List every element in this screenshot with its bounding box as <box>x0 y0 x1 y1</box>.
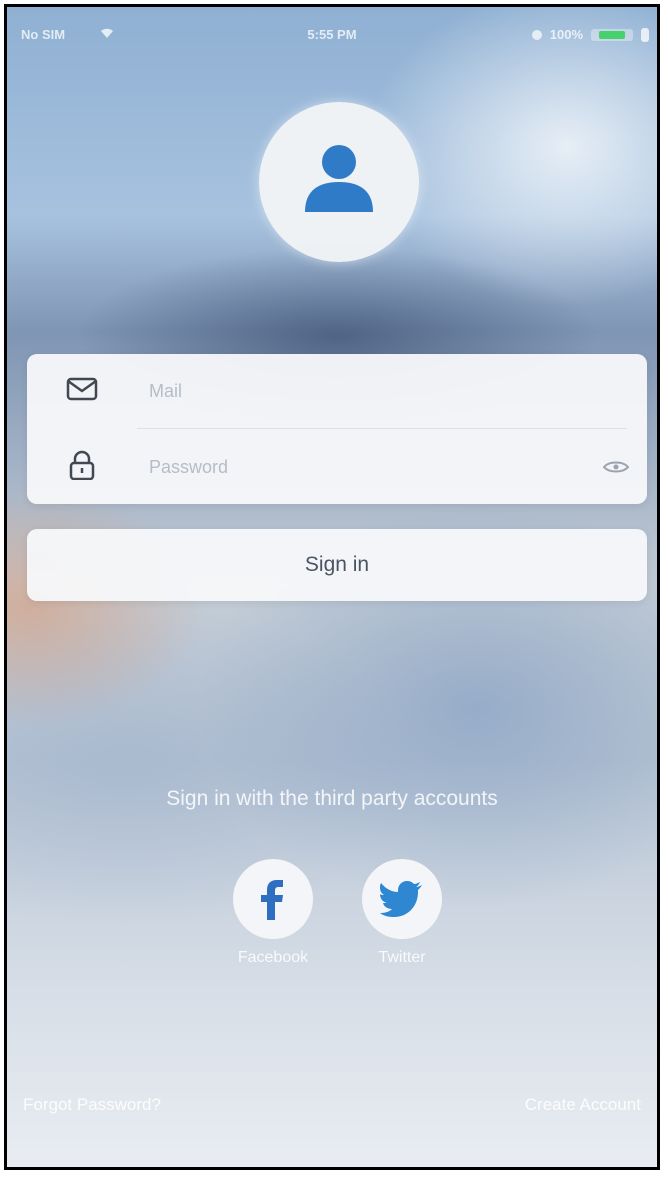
field-divider <box>137 428 627 429</box>
alarm-icon <box>531 29 542 40</box>
carrier-label: No SIM <box>21 27 66 42</box>
eye-icon[interactable] <box>603 460 629 474</box>
status-right-cluster: 100% <box>531 27 649 42</box>
login-screen: No SIM 5:55 PM 100% Mail Sign in Sign in… <box>4 4 660 1170</box>
email-field-row <box>27 354 647 428</box>
facebook-button[interactable] <box>233 859 313 939</box>
wifi-icon <box>101 28 113 38</box>
twitter-button[interactable] <box>362 859 442 939</box>
twitter-icon <box>380 881 422 917</box>
forgot-password-link[interactable]: Forgot Password? <box>23 1095 161 1115</box>
password-field-row <box>27 430 647 504</box>
login-form-card <box>27 354 647 504</box>
twitter-label: Twitter <box>378 949 426 966</box>
battery-cap <box>641 27 649 42</box>
facebook-label: Facebook <box>237 949 309 966</box>
create-account-link[interactable]: Create Account <box>525 1095 641 1115</box>
status-time: 5:55 PM <box>307 27 357 42</box>
mail-icon <box>66 377 98 401</box>
battery-percentage: 100% <box>549 27 583 42</box>
facebook-icon <box>261 880 283 920</box>
status-bar: No SIM 5:55 PM 100% <box>7 7 657 51</box>
battery-level <box>599 30 625 39</box>
facebook-login[interactable]: Facebook <box>213 859 333 979</box>
person-icon <box>305 145 373 212</box>
lock-icon <box>69 450 95 480</box>
avatar[interactable] <box>259 102 419 262</box>
sign-in-button[interactable]: Sign in <box>27 529 647 601</box>
battery-icon <box>591 28 633 41</box>
twitter-login[interactable]: Twitter <box>342 859 462 979</box>
password-input[interactable] <box>147 448 591 486</box>
email-input[interactable] <box>147 372 591 410</box>
third-party-heading: Sign in with the third party accounts <box>166 787 498 810</box>
